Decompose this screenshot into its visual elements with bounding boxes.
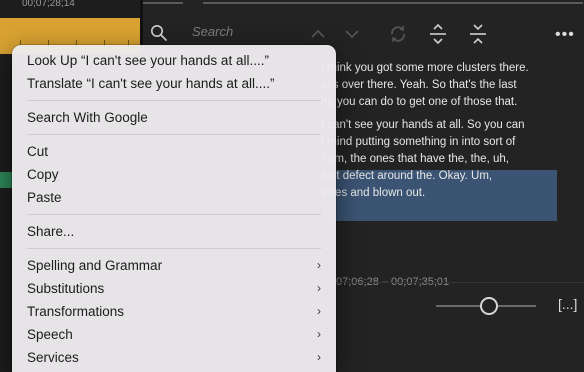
menu-item-label: Speech (27, 327, 73, 342)
menu-item-label: Services (27, 350, 79, 365)
menu-item-translate[interactable]: Translate “I can't see your hands at all… (17, 72, 331, 95)
menu-item-label: Transformations (27, 304, 125, 319)
transcript-line[interactable]: at's over there. Yeah. So that's the las… (321, 77, 557, 94)
submenu-arrow-icon: › (317, 350, 321, 364)
transcript-text[interactable]: I think you got some more clusters there… (321, 60, 557, 221)
submenu-arrow-icon: › (317, 258, 321, 272)
expand-icon[interactable] (427, 23, 449, 45)
menu-item-cut[interactable]: Cut (17, 140, 331, 163)
menu-item-label: Spelling and Grammar (27, 258, 163, 273)
menu-item-transformations[interactable]: Transformations › (17, 300, 331, 323)
menu-item-search-with-google[interactable]: Search With Google (17, 106, 331, 129)
fit-zoom-button[interactable]: [...] (558, 296, 577, 312)
menu-item-paste[interactable]: Paste (17, 186, 331, 209)
menu-item-label: Search With Google (27, 110, 148, 125)
menu-item-label: Cut (27, 144, 49, 159)
menu-item-label: Look Up “I can't see your hands at all..… (27, 53, 269, 68)
collapse-icon[interactable] (467, 23, 489, 45)
transcript-line[interactable]: t mind putting something in into sort of (321, 134, 557, 151)
more-options-icon[interactable]: ••• (555, 26, 575, 44)
menu-separator (27, 214, 321, 215)
menu-item-copy[interactable]: Copy (17, 163, 331, 186)
menu-separator (27, 248, 321, 249)
timecode-readout: 00;07;28;14 (22, 0, 75, 9)
transcript-line[interactable]: I think you got some more clusters there… (321, 60, 557, 77)
transcript-line[interactable]: I can't see your hands at all. So you ca… (321, 117, 557, 134)
menu-separator (27, 100, 321, 101)
transcript-line[interactable]: ng you can do to get one of those that. (321, 94, 557, 111)
chevron-up-icon[interactable] (307, 23, 329, 45)
menu-item-label: Substitutions (27, 281, 105, 296)
search-icon[interactable] (150, 24, 168, 42)
menu-item-label: Translate “I can't see your hands at all… (27, 76, 275, 91)
chevron-down-icon[interactable] (341, 23, 363, 45)
menu-item-label: Paste (27, 190, 62, 205)
menu-item-share[interactable]: Share... (17, 220, 331, 243)
transcript-line[interactable]: form, the ones that have the, the, uh, (321, 151, 557, 168)
menu-item-spelling-and-grammar[interactable]: Spelling and Grammar › (17, 254, 331, 277)
menu-item-speech[interactable]: Speech › (17, 323, 331, 346)
submenu-arrow-icon: › (317, 281, 321, 295)
context-menu: Look Up “I can't see your hands at all..… (12, 45, 336, 372)
menu-separator (27, 134, 321, 135)
zoom-slider-handle[interactable] (480, 297, 498, 315)
transcript-line[interactable]: scles and blown out. (321, 185, 557, 202)
transcript-line[interactable]: fect defect around the. Okay. Um, (321, 168, 557, 185)
search-input[interactable]: Search (192, 24, 233, 39)
menu-item-label: Share... (27, 224, 75, 239)
menu-item-services[interactable]: Services › (17, 346, 331, 369)
menu-item-look-up[interactable]: Look Up “I can't see your hands at all..… (17, 49, 331, 72)
menu-item-label: Copy (27, 167, 59, 182)
panel-tab-strip (143, 0, 584, 6)
submenu-arrow-icon: › (317, 304, 321, 318)
menu-item-substitutions[interactable]: Substitutions › (17, 277, 331, 300)
submenu-arrow-icon: › (317, 327, 321, 341)
refresh-icon[interactable] (387, 23, 409, 45)
